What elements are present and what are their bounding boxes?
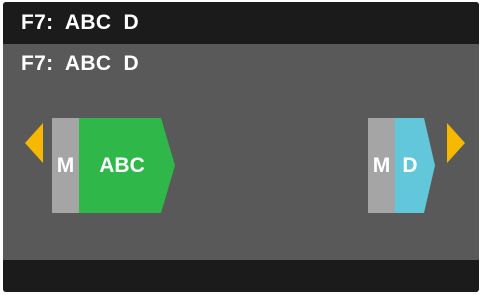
left-m-block: M xyxy=(52,118,79,213)
bottom-bar xyxy=(3,260,479,292)
d-label: D xyxy=(402,153,418,177)
d-block[interactable]: D xyxy=(395,118,435,213)
chevron-right-icon[interactable] xyxy=(447,123,465,163)
right-m-label: M xyxy=(372,153,391,177)
device-screen: F7: ABC D F7: ABC D M ABC M D xyxy=(3,2,479,292)
chevron-left-icon[interactable] xyxy=(25,123,43,163)
abc-block[interactable]: ABC xyxy=(79,118,175,213)
right-m-block: M xyxy=(368,118,395,213)
left-m-label: M xyxy=(56,153,75,177)
title-bar: F7: ABC D xyxy=(3,2,479,44)
page-subtitle: F7: ABC D xyxy=(21,52,140,75)
page-title: F7: ABC D xyxy=(21,11,140,34)
abc-label: ABC xyxy=(99,153,145,177)
